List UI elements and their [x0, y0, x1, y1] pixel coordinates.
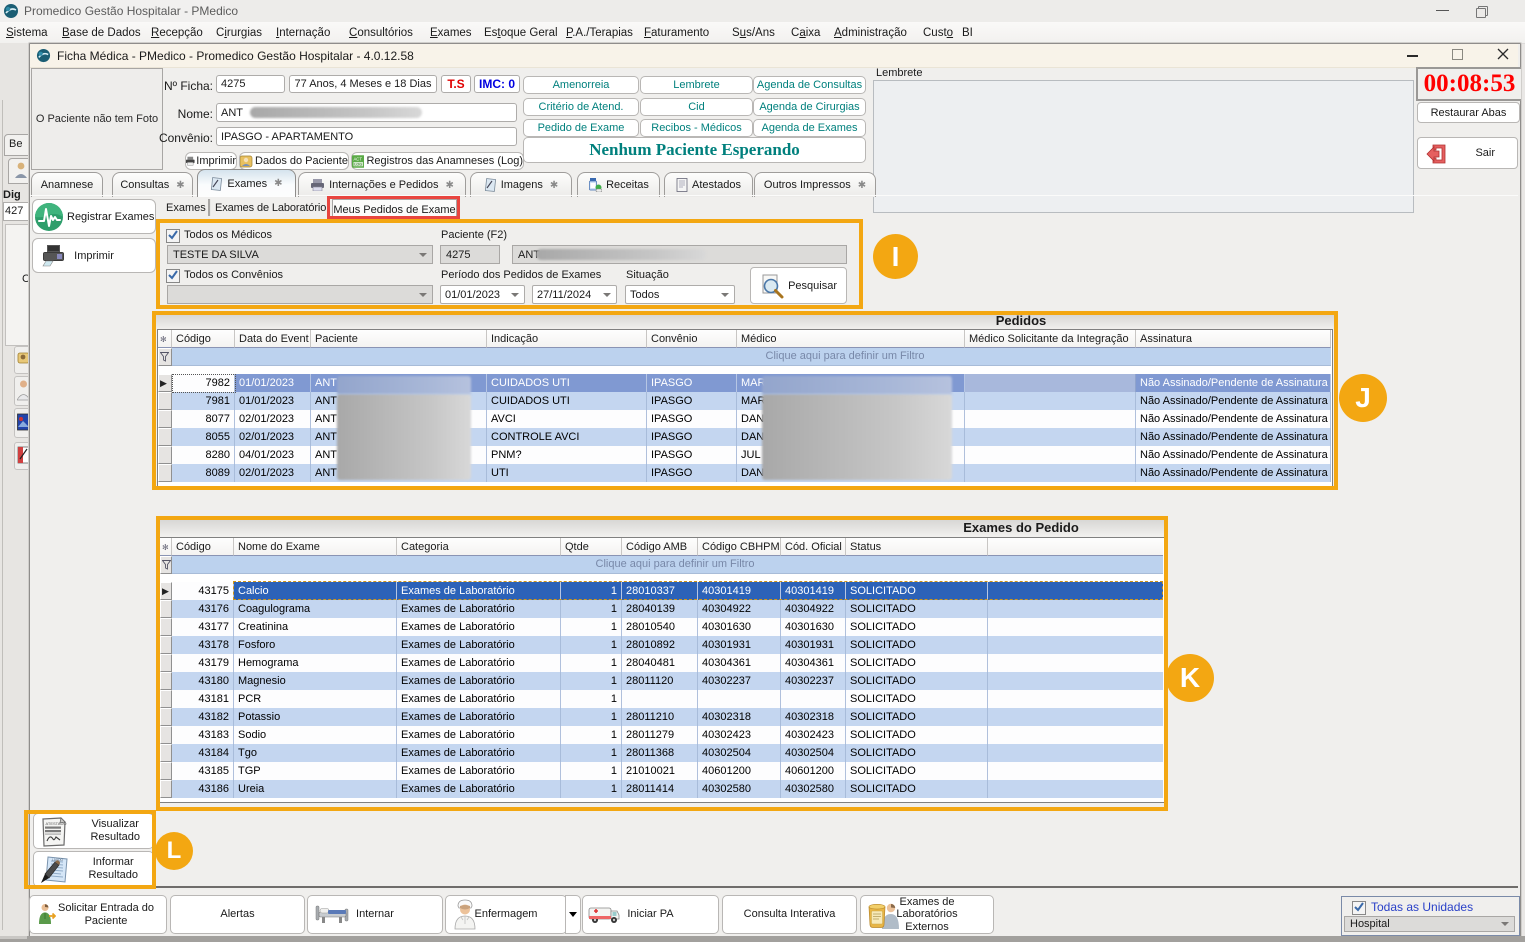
svg-text:ATESTADO: ATESTADO: [46, 821, 67, 826]
svg-text:ACT: ACT: [353, 156, 362, 161]
svg-text:LOG: LOG: [354, 162, 362, 166]
